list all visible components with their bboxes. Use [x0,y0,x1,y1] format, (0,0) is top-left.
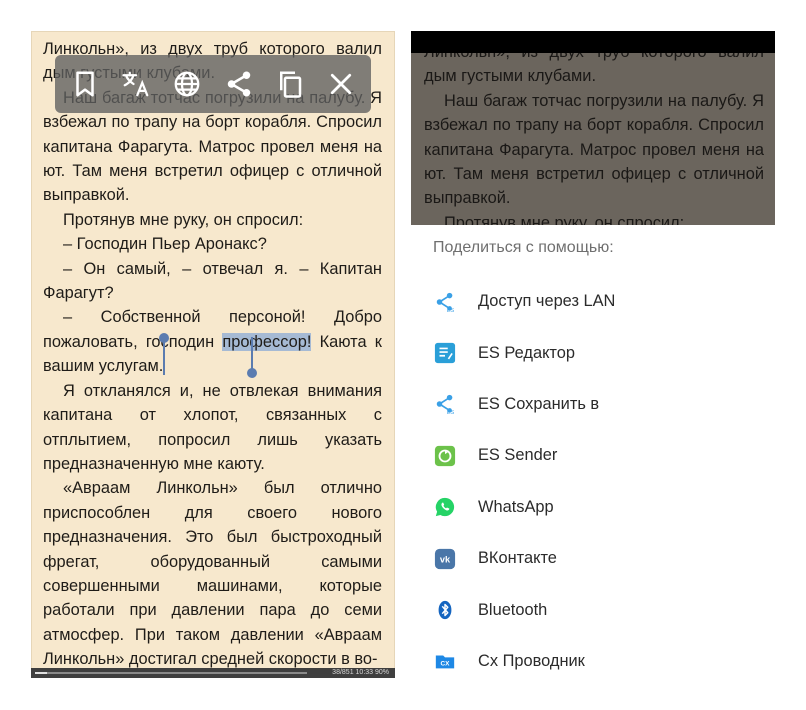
svg-text:CX: CX [441,661,451,668]
lan-share-icon: ES [433,290,457,314]
dimmed-paragraph: Наш багаж тотчас погрузили на палубу. Я … [424,91,764,208]
reader-text: Линкольн», из двух труб которого валил д… [43,37,382,672]
globe-icon [174,71,200,97]
selection-end-line [251,337,253,371]
reader-paragraph: Протянув мне руку, он спросил: [63,210,304,229]
svg-text:ES: ES [447,308,455,313]
reader-status-bar: 38/851 10:33 90% [31,668,395,678]
share-item-es-editor[interactable]: ES Редактор [411,327,775,378]
es-sender-icon [433,444,457,468]
share-item-bluetooth[interactable]: Bluetooth [411,584,775,635]
selection-end-handle[interactable] [247,368,257,378]
share-item-cx-explorer[interactable]: CX Cx Проводник [411,636,775,678]
share-item-label: WhatsApp [478,497,554,516]
share-item-label: ES Сохранить в [478,394,600,413]
close-button[interactable] [321,64,361,104]
share-item-label: Cx Проводник [478,651,585,670]
share-item-whatsapp[interactable]: WhatsApp [411,482,775,533]
status-text: 38/851 10:33 90% [332,669,389,676]
selection-toolbar [55,55,371,113]
share-item-label: ES Sender [478,446,558,465]
translate-button[interactable] [116,64,156,104]
reader-paragraph: «Авраам Линкольн» был отлично приспособл… [43,479,382,669]
svg-text:ES: ES [447,411,455,416]
es-save-icon: ES [433,392,457,416]
vk-icon: vk [433,547,457,571]
es-editor-icon [433,341,457,365]
reader-paragraph: – Он самый, – отвечал я. – Капитан Фараг… [43,259,382,303]
share-icon [227,71,250,97]
reader-paragraph: Я откланялся и, не отвлекая внимания кап… [43,381,382,473]
dimmed-reader-overlay[interactable]: Линкольн», из двух труб которого валил д… [411,53,775,225]
reader-paragraph: – Господин Пьер Аронакс? [63,235,267,254]
selection-start-line [163,341,165,375]
web-search-button[interactable] [167,64,207,104]
share-item-es-save[interactable]: ES ES Сохранить в [411,379,775,430]
selected-text[interactable]: профессор! [222,332,312,351]
share-item-label: Bluetooth [478,600,548,619]
whatsapp-icon [433,495,457,519]
dimmed-paragraph: Линкольн», из двух труб которого валил д… [424,53,764,86]
share-item-es-sender[interactable]: ES Sender [411,430,775,481]
reader-paragraph-selection: – Собственной персоной! Добро пожаловать… [43,305,382,378]
share-item-label: ES Редактор [478,343,575,362]
dimmed-reader-text: Линкольн», из двух труб которого валил д… [424,53,764,225]
cx-explorer-icon: CX [433,649,457,673]
share-button[interactable] [219,64,259,104]
share-item-label: Доступ через LAN [478,292,616,311]
close-icon [331,73,352,95]
share-item-label: ВКонтакте [478,549,557,568]
share-panel: Линкольн», из двух труб которого валил д… [411,31,775,678]
copy-icon [279,71,302,98]
bookmark-button[interactable] [65,64,105,104]
svg-text:vk: vk [440,554,451,564]
dimmed-paragraph: Протянув мне руку, он спросил: [444,213,685,225]
dimmed-status-area [411,31,775,53]
translate-icon [122,71,149,97]
copy-button[interactable] [270,64,310,104]
bluetooth-icon [433,598,457,622]
share-item-vk[interactable]: vk ВКонтакте [411,533,775,584]
reader-panel: Линкольн», из двух труб которого валил д… [31,31,395,678]
share-item-lan[interactable]: ES Доступ через LAN [411,276,775,327]
reading-progress-fill [35,672,48,674]
bookmark-icon [75,71,94,97]
share-target-list: ES Доступ через LAN ES Редактор ES ES Со… [411,276,775,678]
reading-progress-bar[interactable] [35,672,307,674]
share-sheet-title: Поделиться с помощью: [433,239,614,256]
share-sheet: Поделиться с помощью: ES Доступ через LA… [411,225,775,678]
